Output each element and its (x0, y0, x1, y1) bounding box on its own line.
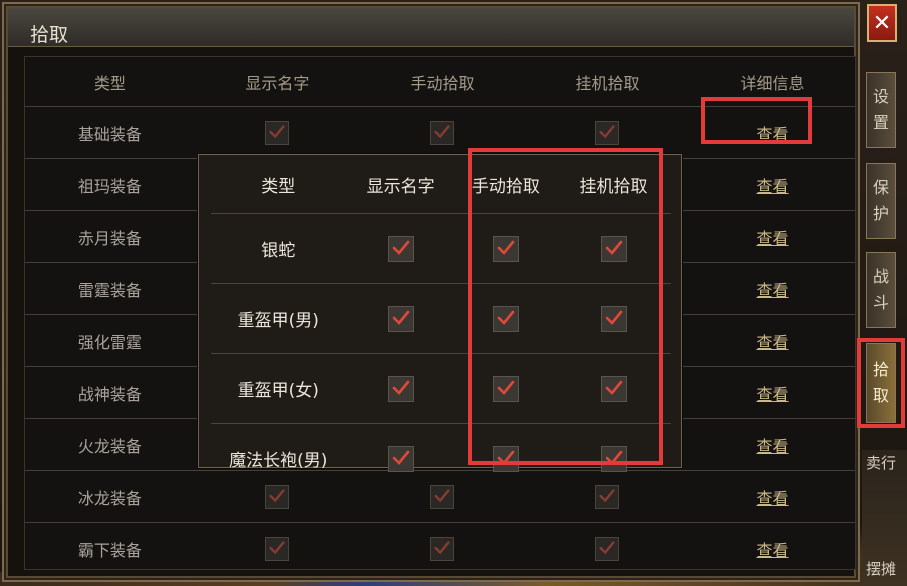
manual-pickup-checkbox[interactable] (430, 536, 455, 561)
popup-col-manual-pickup: 手动拾取 (471, 176, 540, 197)
checkmark-icon (605, 380, 622, 395)
popup-show-name-checkbox[interactable] (387, 305, 414, 332)
item-detail-popup: 类型 显示名字 手动拾取 挂机拾取 银蛇 重盔甲(男) 重盔甲(女) 魔法长袍(男) (198, 154, 682, 493)
popup-auto-pickup-checkbox[interactable] (600, 305, 627, 332)
side-bottom-panel: 卖行 摆摊 (862, 450, 907, 586)
popup-item-name: 重盔甲(男) (211, 283, 346, 354)
popup-item-name: 魔法长袍(男) (211, 423, 346, 493)
checkmark-icon (605, 240, 622, 255)
tab-pickup-char-2: 取 (872, 386, 889, 405)
popup-auto-pickup-checkbox[interactable] (600, 235, 627, 262)
popup-manual-pickup-checkbox[interactable] (492, 235, 519, 262)
row-type-label: 冰龙装备 (25, 470, 195, 523)
popup-manual-pickup-checkbox[interactable] (492, 375, 519, 402)
table-row: 霸下装备 查看 (25, 522, 855, 574)
checkmark-icon (599, 540, 616, 554)
table-header-row: 类型 显示名字 手动拾取 挂机拾取 详细信息 (25, 57, 855, 107)
row-type-label: 霸下装备 (25, 522, 195, 574)
popup-header-row: 类型 显示名字 手动拾取 挂机拾取 (211, 155, 671, 214)
row-type-label: 雷霆装备 (25, 262, 195, 315)
manual-pickup-checkbox[interactable] (430, 120, 455, 145)
checkmark-icon (392, 450, 409, 465)
tab-pickup[interactable]: 拾 取 (866, 343, 896, 423)
tab-settings-char-1: 设 (872, 87, 889, 106)
view-details-link[interactable]: 查看 (757, 541, 789, 560)
checkmark-icon (497, 450, 515, 465)
item-detail-table: 类型 显示名字 手动拾取 挂机拾取 银蛇 重盔甲(男) 重盔甲(女) 魔法长袍(男) (211, 155, 671, 493)
popup-row: 重盔甲(男) (211, 283, 671, 354)
popup-item-name: 重盔甲(女) (211, 353, 346, 424)
tab-battle-char-2: 斗 (872, 293, 889, 312)
popup-auto-pickup-checkbox[interactable] (600, 445, 627, 472)
show-name-checkbox[interactable] (265, 120, 290, 145)
row-type-label: 强化雷霆 (25, 314, 195, 367)
col-header-type: 类型 (93, 73, 126, 93)
checkmark-icon (269, 124, 285, 138)
popup-show-name-checkbox[interactable] (387, 235, 414, 262)
popup-show-name-checkbox[interactable] (387, 375, 414, 402)
view-details-link[interactable]: 查看 (757, 177, 789, 196)
tab-battle[interactable]: 战 斗 (866, 252, 896, 328)
show-name-checkbox[interactable] (265, 536, 290, 561)
checkmark-icon (605, 450, 622, 465)
checkmark-icon (497, 310, 515, 325)
table-row: 基础装备 查看 (25, 106, 855, 159)
row-type-label: 战神装备 (25, 366, 195, 419)
checkmark-icon (392, 310, 409, 325)
popup-col-type: 类型 (261, 176, 296, 197)
tab-settings[interactable]: 设 置 (866, 72, 896, 148)
popup-manual-pickup-checkbox[interactable] (492, 305, 519, 332)
popup-row: 魔法长袍(男) (211, 423, 671, 493)
checkmark-icon (434, 540, 450, 554)
checkmark-icon (392, 240, 409, 255)
view-details-link[interactable]: 查看 (757, 489, 789, 508)
tab-protect-char-1: 保 (872, 178, 889, 197)
pickup-settings-window: 拾取 类型 显示名字 手动拾取 挂机拾取 详细信息 基础装备 查看 祖玛装备 查看 赤月… (2, 2, 860, 582)
popup-col-auto-pickup: 挂机拾取 (579, 176, 648, 197)
row-type-label: 祖玛装备 (25, 158, 195, 211)
window-title: 拾取 (30, 24, 69, 46)
tab-battle-char-1: 战 (872, 267, 889, 286)
col-header-show-name: 显示名字 (245, 73, 310, 93)
popup-col-show-name: 显示名字 (366, 176, 435, 197)
view-details-link[interactable]: 查看 (757, 281, 789, 300)
tab-protect-char-2: 护 (872, 204, 889, 223)
popup-manual-pickup-checkbox[interactable] (492, 445, 519, 472)
checkmark-icon (599, 124, 616, 138)
view-details-link[interactable]: 查看 (757, 333, 789, 352)
tab-settings-char-2: 置 (872, 113, 889, 132)
tab-protect[interactable]: 保 护 (866, 163, 896, 239)
view-details-link[interactable]: 查看 (757, 437, 789, 456)
auto-pickup-checkbox[interactable] (595, 120, 620, 145)
auction-label[interactable]: 卖行 (866, 452, 896, 473)
close-button[interactable]: ✕ (867, 4, 897, 42)
view-details-link[interactable]: 查看 (757, 385, 789, 404)
tab-pickup-char-1: 拾 (872, 360, 889, 379)
checkmark-icon (605, 310, 622, 325)
row-type-label: 赤月装备 (25, 210, 195, 263)
row-type-label: 基础装备 (25, 106, 195, 159)
row-type-label: 火龙装备 (25, 418, 195, 471)
stall-label[interactable]: 摆摊 (866, 558, 896, 579)
checkmark-icon (434, 124, 450, 138)
view-details-link[interactable]: 查看 (757, 125, 789, 144)
checkmark-icon (497, 240, 515, 255)
auto-pickup-checkbox[interactable] (595, 536, 620, 561)
col-header-auto-pickup: 挂机拾取 (575, 73, 640, 93)
popup-row: 银蛇 (211, 213, 671, 284)
popup-show-name-checkbox[interactable] (387, 445, 414, 472)
col-header-details: 详细信息 (740, 73, 805, 93)
popup-auto-pickup-checkbox[interactable] (600, 375, 627, 402)
window-titlebar[interactable]: 拾取 (8, 8, 854, 47)
view-details-link[interactable]: 查看 (757, 229, 789, 248)
popup-item-name: 银蛇 (211, 213, 346, 284)
popup-row: 重盔甲(女) (211, 353, 671, 424)
checkmark-icon (269, 540, 285, 554)
col-header-manual-pickup: 手动拾取 (410, 73, 475, 93)
checkmark-icon (392, 380, 409, 395)
checkmark-icon (497, 380, 515, 395)
